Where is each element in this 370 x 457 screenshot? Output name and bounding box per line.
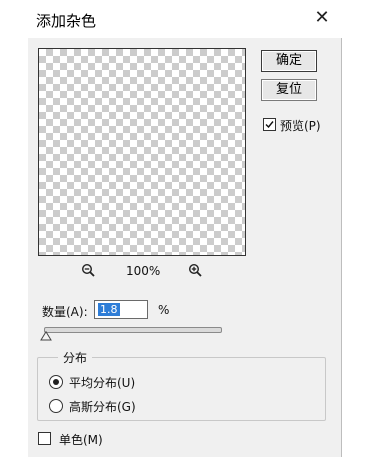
radio-selected-dot (53, 379, 59, 385)
preview-canvas[interactable] (38, 48, 246, 256)
preview-label: 预览(P) (280, 119, 321, 133)
amount-unit: % (158, 303, 170, 317)
reset-button[interactable]: 复位 (261, 79, 317, 101)
monochromatic-checkbox[interactable] (38, 432, 51, 445)
distribution-group: 分布 平均分布(U) 高斯分布(G) (37, 349, 326, 421)
zoom-in-icon[interactable] (188, 263, 202, 277)
uniform-label: 平均分布(U) (69, 376, 136, 390)
preview-checkbox[interactable] (263, 118, 276, 131)
ok-button[interactable]: 确定 (261, 50, 317, 72)
amount-input[interactable]: 1.8 (94, 300, 148, 319)
dialog-title: 添加杂色 (36, 12, 97, 30)
amount-slider-track[interactable] (44, 327, 222, 333)
gaussian-radio[interactable] (49, 399, 63, 413)
amount-slider-thumb[interactable] (40, 331, 52, 341)
add-noise-dialog: 添加杂色 ✕ 确定 复位 预览(P) 100% 数量(A): 1.8 % 分布 … (28, 0, 342, 457)
zoom-out-icon[interactable] (81, 263, 95, 277)
uniform-radio[interactable] (49, 375, 63, 389)
distribution-legend: 分布 (58, 349, 93, 366)
monochromatic-label: 单色(M) (59, 433, 103, 447)
title-bar: 添加杂色 ✕ (28, 0, 342, 38)
checkmark-icon (265, 121, 274, 129)
close-icon[interactable]: ✕ (312, 7, 332, 29)
amount-label: 数量(A): (42, 305, 88, 319)
zoom-level: 100% (126, 264, 161, 278)
amount-value: 1.8 (98, 303, 120, 316)
gaussian-label: 高斯分布(G) (69, 400, 136, 414)
